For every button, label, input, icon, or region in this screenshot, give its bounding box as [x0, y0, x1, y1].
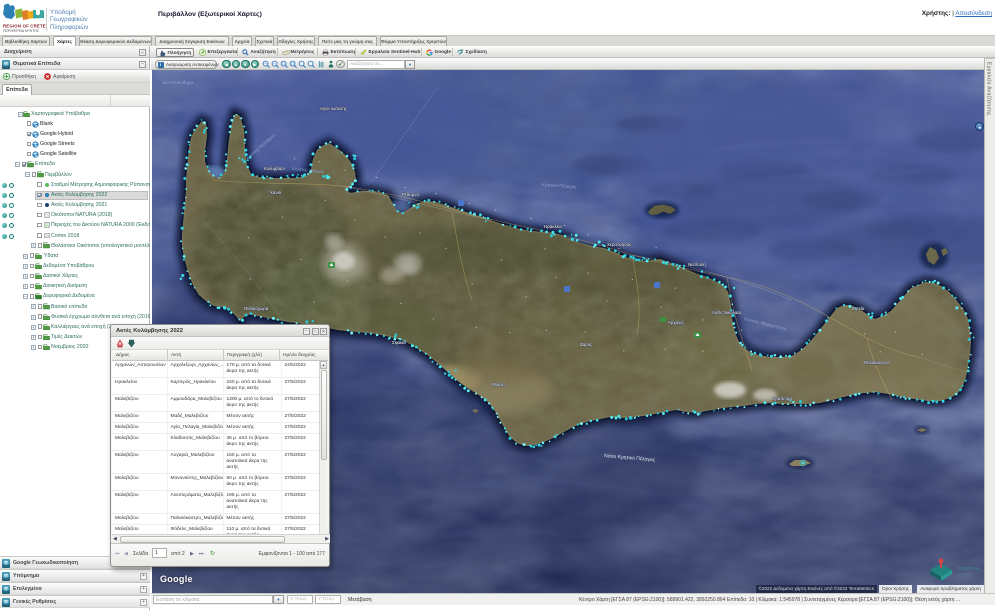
svg-text:Ρέθυμνο: Ρέθυμνο — [402, 192, 419, 197]
svg-text:Σφακιά: Σφακιά — [392, 340, 406, 345]
svg-text:Νεάπολη: Νεάπολη — [688, 262, 706, 267]
svg-text:ΓΕΩΠΥΛΗ: ΓΕΩΠΥΛΗ — [958, 566, 979, 571]
svg-text:Ιεράπετρα: Ιεράπετρα — [772, 396, 792, 401]
svg-text:Χανιά: Χανιά — [270, 190, 282, 195]
svg-text:Παλαίκαστρο: Παλαίκαστρο — [864, 360, 890, 365]
svg-text:□: □ — [282, 60, 285, 65]
svg-text:□: □ — [291, 60, 294, 65]
svg-text:Ζαρός: Ζαρός — [580, 342, 592, 347]
svg-text:Άγιοι Ιωάννης: Άγιοι Ιωάννης — [320, 106, 347, 111]
svg-text:ΚΡΗΤΗΣ: ΚΡΗΤΗΣ — [958, 573, 973, 577]
svg-text:Δία Αντικύθηρα: Δία Αντικύθηρα — [162, 79, 193, 85]
svg-text:Ηράκλειο: Ηράκλειο — [544, 224, 563, 229]
svg-text:Μοίρες: Μοίρες — [492, 382, 506, 387]
svg-text:Κολυμβάρι: Κολυμβάρι — [264, 166, 285, 171]
svg-text:Παλαιόχωρα: Παλαιόχωρα — [244, 306, 269, 311]
svg-text:Άγιος Νικόλαος: Άγιος Νικόλαος — [712, 310, 742, 315]
svg-text:Αρχάνες: Αρχάνες — [668, 320, 684, 325]
svg-text:Χερσόνησος: Χερσόνησος — [607, 242, 631, 247]
svg-text:Σητεία: Σητεία — [852, 306, 865, 311]
